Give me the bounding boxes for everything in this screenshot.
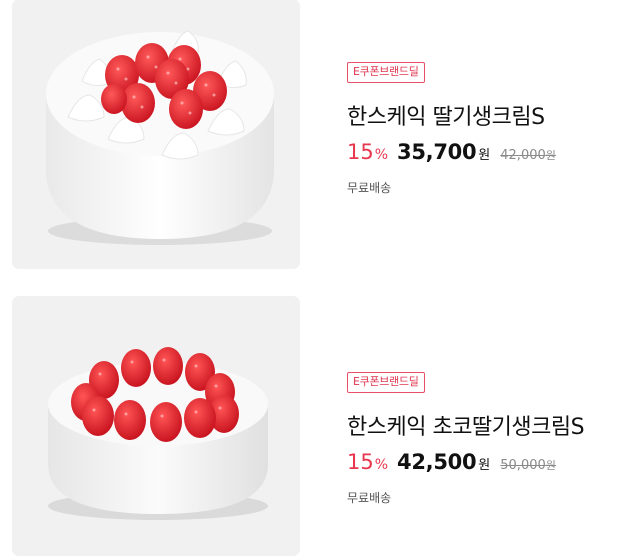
sale-price-unit: 원 (478, 148, 491, 163)
coupon-badge: E쿠폰브랜드딜 (347, 62, 425, 83)
coupon-badge: E쿠폰브랜드딜 (347, 372, 425, 393)
product-list: E쿠폰브랜드딜 한스케익 딸기생크림S 15 % 35,700 원 42,000… (0, 0, 643, 556)
product-card[interactable]: E쿠폰브랜드딜 한스케익 초코딸기생크림S 15 % 42,500 원 50,0… (0, 296, 643, 556)
discount-unit: % (374, 457, 389, 473)
shipping-info: 무료배송 (347, 491, 392, 505)
original-price: 50,000 (500, 458, 546, 473)
original-price-unit: 원 (545, 149, 556, 162)
discount-rate: 15 (347, 140, 374, 164)
original-price: 42,000 (500, 148, 546, 163)
sale-price: 42,500 (397, 450, 477, 474)
product-card[interactable]: E쿠폰브랜드딜 한스케익 딸기생크림S 15 % 35,700 원 42,000… (0, 0, 643, 269)
price-row: 15 % 42,500 원 50,000 원 (347, 450, 584, 474)
product-title[interactable]: 한스케익 딸기생크림S (347, 99, 556, 131)
discount-rate: 15 (347, 450, 374, 474)
price-row: 15 % 35,700 원 42,000 원 (347, 140, 556, 164)
original-price-unit: 원 (545, 459, 556, 472)
product-title[interactable]: 한스케익 초코딸기생크림S (347, 409, 585, 441)
cake-image-choco-strawberry-cream (48, 347, 268, 520)
sale-price: 35,700 (397, 140, 477, 164)
shipping-info: 무료배송 (347, 181, 392, 195)
product-info: E쿠폰브랜드딜 한스케익 딸기생크림S 15 % 35,700 원 42,000… (347, 60, 556, 196)
discount-unit: % (374, 147, 389, 163)
sale-price-unit: 원 (478, 458, 491, 473)
cake-image-strawberry-cream (46, 30, 274, 245)
product-info: E쿠폰브랜드딜 한스케익 초코딸기생크림S 15 % 42,500 원 50,0… (347, 370, 585, 506)
product-image[interactable] (12, 0, 300, 269)
product-image[interactable] (12, 296, 300, 556)
